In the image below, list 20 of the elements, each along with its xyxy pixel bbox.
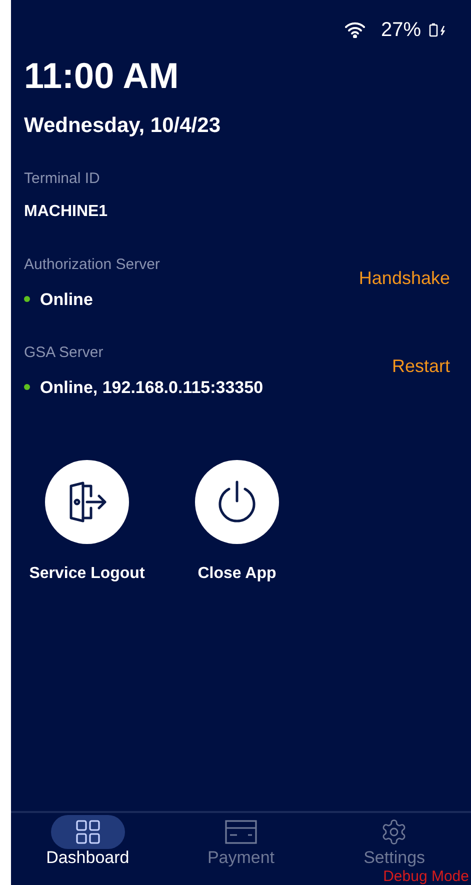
server-status: Online, 192.168.0.115:33350 bbox=[40, 376, 264, 398]
server-label: GSA Server bbox=[24, 343, 104, 363]
debug-mode-label: Debug Mode bbox=[383, 869, 469, 885]
clock-time: 11:00 AM bbox=[24, 54, 180, 98]
card-icon bbox=[224, 819, 257, 845]
server-action-button[interactable]: Handshake bbox=[358, 264, 450, 292]
battery-percent: 27% bbox=[380, 18, 421, 43]
grid-icon bbox=[74, 819, 101, 845]
nav-tab[interactable]: Payment bbox=[164, 815, 318, 885]
server-action-button[interactable]: Restart bbox=[392, 352, 450, 380]
terminal-label: Terminal ID bbox=[24, 168, 101, 188]
terminal-value: MACHINE1 bbox=[24, 202, 109, 222]
nav-tab[interactable]: Dashboard bbox=[11, 815, 164, 885]
battery-charging-icon bbox=[429, 23, 447, 37]
clock-date: Wednesday, 10/4/23 bbox=[24, 113, 222, 139]
server-status: Online bbox=[40, 288, 93, 310]
wifi-icon bbox=[344, 22, 365, 38]
server-label: Authorization Server bbox=[24, 255, 160, 275]
action-button[interactable]: Service Logout bbox=[27, 460, 147, 586]
action-button[interactable]: Close App bbox=[177, 460, 297, 586]
